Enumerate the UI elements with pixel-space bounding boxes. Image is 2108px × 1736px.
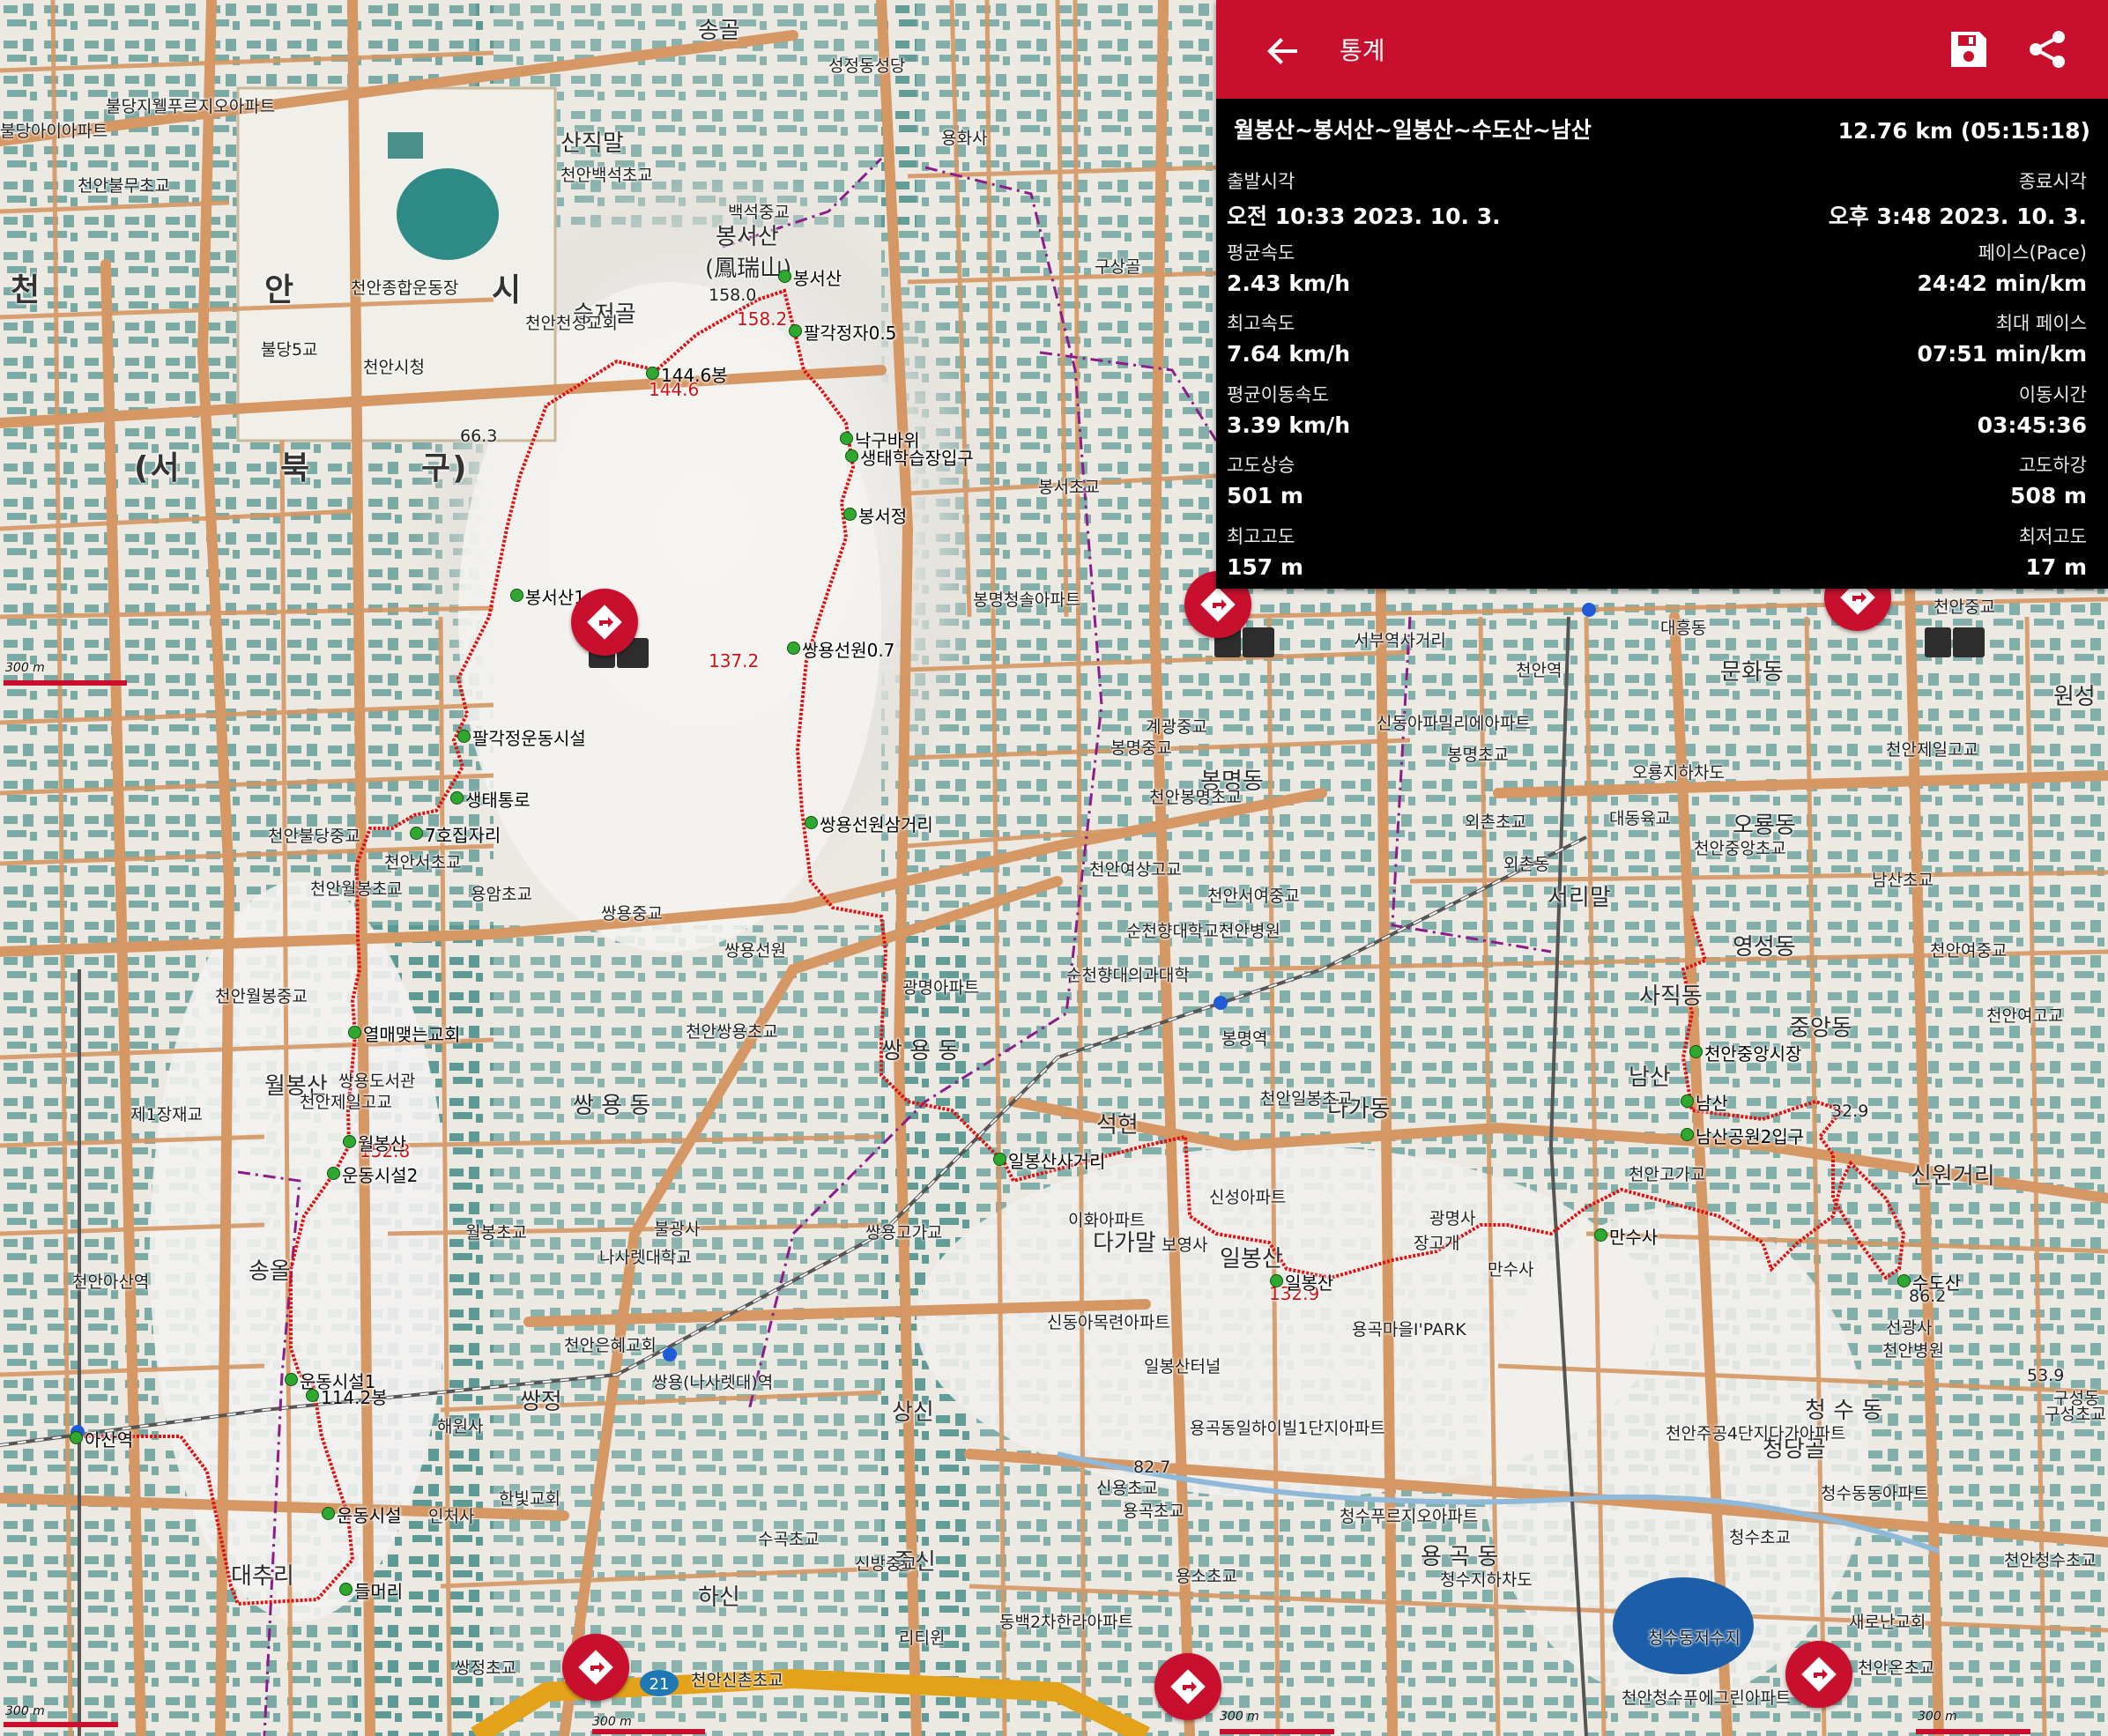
stat-value: 508 m [2010, 483, 2087, 508]
navigation-diamond-icon [1170, 1669, 1206, 1704]
stat-row: 최고고도 157 m 최저고도 17 m [1227, 521, 2087, 592]
stat-row: 고도상승 501 m 고도하강 508 m [1227, 449, 2087, 521]
stat-value: 07:51 min/km [1917, 341, 2087, 367]
stat-label: 평균속도 [1227, 241, 1295, 263]
stat-value: 3.39 km/h [1227, 412, 1350, 438]
stat-row: 평균속도 2.43 km/h 페이스(Pace) 24:42 min/km [1227, 237, 2087, 308]
stat-label: 이동시간 [2018, 383, 2087, 405]
stadium [397, 168, 499, 260]
stat-label: 페이스(Pace) [1978, 241, 2087, 263]
stat-label: 출발시각 [1227, 171, 1295, 192]
stat-label: 종료시각 [2018, 171, 2087, 192]
stat-label: 고도상승 [1227, 455, 1295, 476]
route-distance-duration: 12.76 km (05:15:18) [1837, 118, 2090, 144]
arrow-left-icon [1267, 38, 1297, 64]
stat-label: 평균이동속도 [1227, 383, 1329, 405]
back-button[interactable] [1262, 30, 1304, 72]
route-summary-row: 월봉산~봉서산~일봉산~수도산~남산 12.76 km (05:15:18) [1234, 113, 2090, 148]
share-button[interactable] [2025, 26, 2071, 72]
navigation-diamond-icon [1801, 1657, 1837, 1692]
stat-value: 03:45:36 [1977, 412, 2087, 438]
stat-value: 157 m [1227, 553, 1303, 580]
stat-label: 고도하강 [2018, 455, 2087, 476]
stat-value: 501 m [1227, 483, 1303, 508]
stat-value: 오전 10:33 2023. 10. 3. [1227, 204, 1501, 229]
stats-grid: 출발시각 오전 10:33 2023. 10. 3. 종료시각 오후 3:48 … [1227, 166, 2087, 591]
stat-label: 최대 페이스 [1995, 313, 2087, 334]
page-title: 통계 [1340, 36, 1385, 65]
stat-value: 오후 3:48 2023. 10. 3. [1828, 204, 2087, 229]
share-icon [2030, 31, 2065, 68]
stat-row: 평균이동속도 3.39 km/h 이동시간 03:45:36 [1227, 379, 2087, 450]
navigate-button[interactable] [1154, 1653, 1221, 1720]
save-button[interactable] [1946, 26, 1992, 72]
stat-value: 2.43 km/h [1227, 270, 1350, 296]
floppy-disk-icon [1951, 32, 1986, 67]
stat-value: 17 m [2025, 553, 2087, 580]
stat-value: 7.64 km/h [1227, 341, 1350, 367]
stat-label: 최고속도 [1227, 313, 1295, 334]
road-number-badge: 21 [640, 1670, 679, 1696]
stat-row: 최고속도 7.64 km/h 최대 페이스 07:51 min/km [1227, 308, 2087, 379]
navigation-diamond-icon [578, 1650, 613, 1685]
stat-row: 출발시각 오전 10:33 2023. 10. 3. 종료시각 오후 3:48 … [1227, 166, 2087, 237]
app-bar: 통계 [1216, 0, 2108, 99]
cheongsu-reservoir [1613, 1577, 1754, 1674]
stat-label: 최고고도 [1227, 525, 1295, 547]
navigate-button[interactable] [1785, 1641, 1852, 1708]
stat-label: 최저고도 [2018, 525, 2087, 547]
statistics-panel: 통계 월봉산~봉서산~일봉산~수도산~남산 12.76 km (05:15:18… [1216, 0, 2108, 589]
navigation-diamond-icon [587, 605, 622, 640]
navigate-button[interactable] [562, 1634, 629, 1701]
stat-value: 24:42 min/km [1917, 270, 2087, 296]
route-name: 월봉산~봉서산~일봉산~수도산~남산 [1234, 117, 1592, 143]
navigate-button[interactable] [571, 589, 638, 656]
svg-text:21: 21 [649, 1675, 670, 1694]
